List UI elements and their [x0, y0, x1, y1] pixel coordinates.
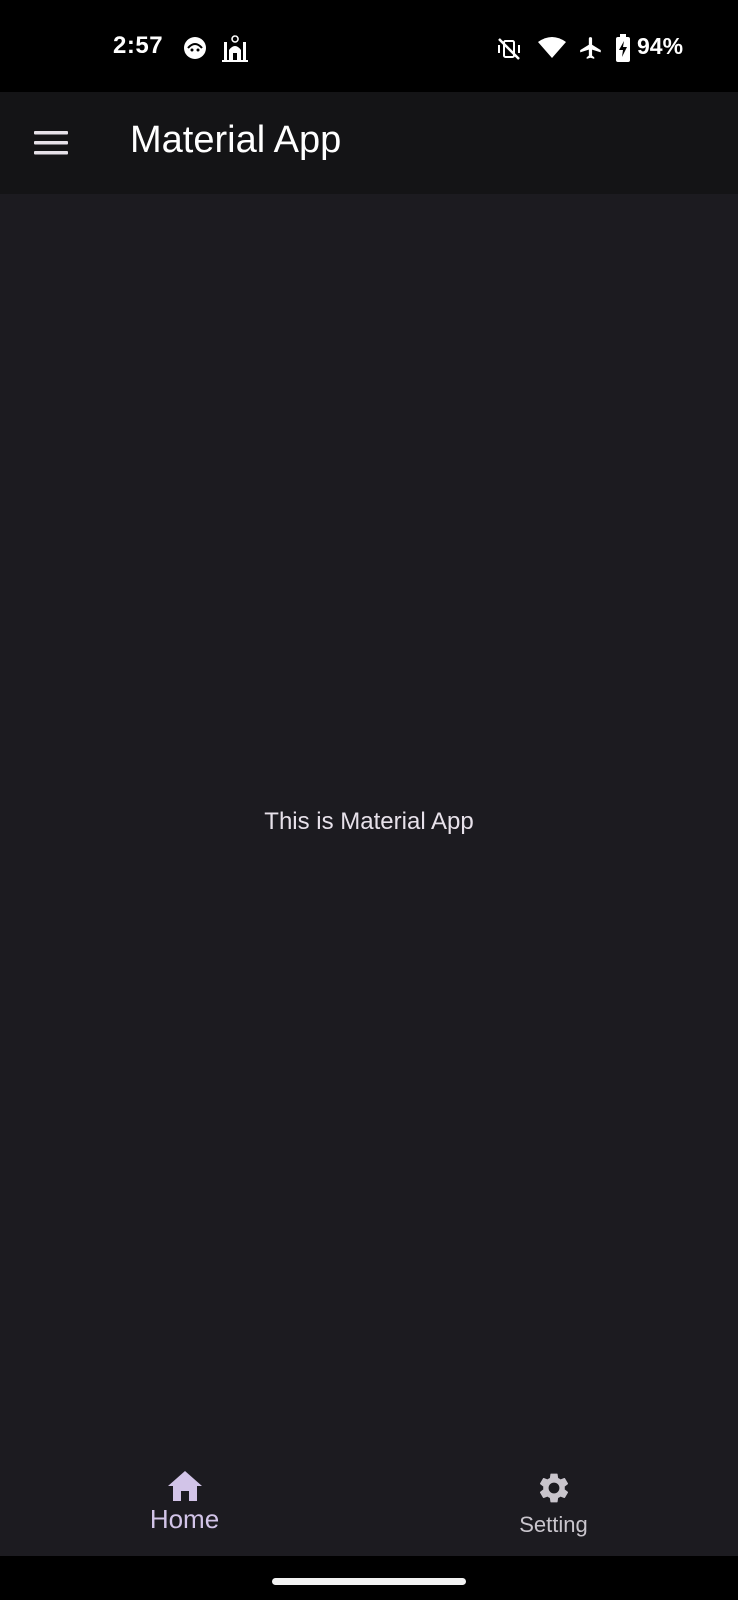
nav-item-home[interactable]: Home — [0, 1402, 369, 1556]
status-time: 2:57 — [113, 32, 164, 59]
bottom-navigation: Home Setting — [0, 1402, 738, 1556]
nav-label-home: Home — [149, 1504, 220, 1534]
screen: 2:57 94% Material App This is Material A… — [0, 0, 738, 1600]
battery-percentage: 94% — [637, 33, 684, 59]
battery-charging-icon — [616, 34, 630, 62]
body-text: This is Material App — [264, 808, 474, 835]
vibrate-off-icon — [498, 38, 520, 60]
nav-item-setting[interactable]: Setting — [369, 1402, 738, 1556]
main-content: This is Material App — [0, 194, 738, 1402]
page-title: Material App — [130, 119, 342, 161]
airplane-icon — [580, 37, 601, 59]
app-bar: Material App — [0, 92, 738, 194]
gear-icon — [539, 1473, 568, 1503]
status-bar: 2:57 94% — [0, 0, 738, 92]
hamburger-menu-icon — [34, 131, 68, 155]
wifi-icon — [538, 37, 566, 58]
home-icon — [167, 1471, 202, 1501]
android-face-icon — [184, 37, 206, 59]
gesture-navigation-area — [0, 1556, 738, 1600]
mosque-icon — [222, 35, 248, 62]
menu-button[interactable] — [22, 114, 80, 172]
nav-label-setting: Setting — [519, 1512, 588, 1537]
gesture-handle[interactable] — [272, 1578, 466, 1585]
